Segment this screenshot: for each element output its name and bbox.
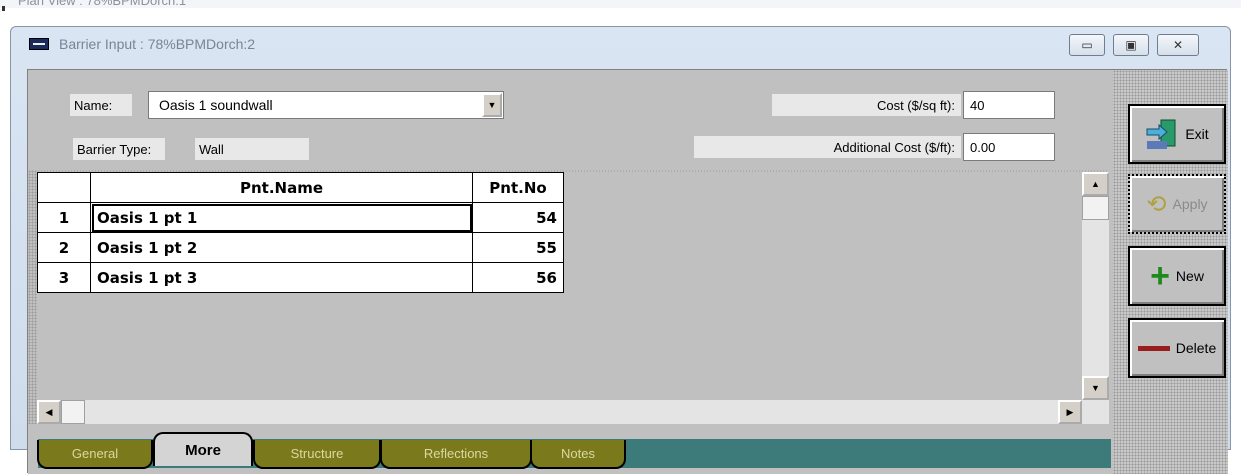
- scroll-up-icon[interactable]: ▲: [1082, 172, 1109, 196]
- vertical-scroll-thumb[interactable]: [1082, 196, 1109, 220]
- minus-icon: [1137, 345, 1170, 351]
- additional-cost-field[interactable]: 0.00: [963, 133, 1055, 161]
- table-row[interactable]: 3 Oasis 1 pt 3 56: [37, 262, 564, 293]
- left-border: [28, 170, 37, 424]
- delete-button[interactable]: Delete: [1128, 318, 1226, 378]
- additional-cost-label: Additional Cost ($/ft):: [694, 136, 961, 158]
- apply-button[interactable]: ⟲ Apply: [1128, 174, 1226, 234]
- background-marker: [2, 6, 5, 11]
- column-header-pnt-no[interactable]: Pnt.No: [472, 172, 564, 203]
- tab-bar: General Structure Reflections Notes More: [28, 424, 1113, 474]
- cost-field[interactable]: 40: [963, 91, 1055, 119]
- apply-arrow-icon: ⟲: [1146, 190, 1167, 218]
- new-button-label: New: [1175, 268, 1204, 284]
- background-window: Plan View : 78%BPMDorch:1: [0, 0, 1241, 8]
- apply-button-label: Apply: [1172, 196, 1208, 212]
- delete-button-label: Delete: [1175, 340, 1217, 356]
- cell-pnt-name[interactable]: Oasis 1 pt 3: [90, 262, 473, 293]
- cell-pnt-name[interactable]: Oasis 1 pt 2: [90, 232, 473, 263]
- background-window-title: Plan View : 78%BPMDorch:1: [18, 0, 187, 8]
- cell-pnt-no[interactable]: 54: [472, 202, 564, 233]
- scrollbar-corner: [1082, 400, 1109, 424]
- scroll-right-icon[interactable]: ▶: [1058, 400, 1082, 424]
- points-grid-area: Pnt.Name Pnt.No 1 Oasis 1 pt 1 54 2 Oasi…: [37, 172, 1082, 424]
- new-button[interactable]: + New: [1128, 246, 1226, 306]
- minimize-button[interactable]: ▭: [1069, 34, 1105, 56]
- points-grid: Pnt.Name Pnt.No 1 Oasis 1 pt 1 54 2 Oasi…: [37, 172, 564, 293]
- barrier-type-label: Barrier Type:: [73, 138, 165, 160]
- name-combobox[interactable]: Oasis 1 soundwall ▼: [148, 91, 504, 119]
- cell-pnt-name[interactable]: Oasis 1 pt 1: [90, 202, 473, 233]
- window-title: Barrier Input : 78%BPMDorch:2: [59, 36, 256, 52]
- table-row[interactable]: 1 Oasis 1 pt 1 54: [37, 202, 564, 233]
- tab-more[interactable]: More: [153, 432, 253, 466]
- scroll-left-icon[interactable]: ◀: [37, 400, 61, 424]
- barrier-input-window: Barrier Input : 78%BPMDorch:2 ▭ ▣ ✕ Name…: [10, 26, 1231, 474]
- vertical-scrollbar[interactable]: ▲ ▼: [1082, 172, 1109, 400]
- barrier-type-value: Wall: [195, 138, 309, 160]
- cell-pnt-no[interactable]: 56: [472, 262, 564, 293]
- name-combobox-value: Oasis 1 soundwall: [159, 97, 273, 113]
- table-row[interactable]: 2 Oasis 1 pt 2 55: [37, 232, 564, 263]
- barrier-properties-panel: Name: Oasis 1 soundwall ▼ Barrier Type: …: [37, 74, 1109, 170]
- row-header[interactable]: 1: [37, 202, 91, 233]
- client-area: Name: Oasis 1 soundwall ▼ Barrier Type: …: [27, 69, 1228, 474]
- row-header[interactable]: 3: [37, 262, 91, 293]
- exit-door-icon: [1145, 117, 1179, 151]
- maximize-button[interactable]: ▣: [1113, 34, 1149, 56]
- scroll-down-icon[interactable]: ▼: [1082, 376, 1109, 400]
- close-button[interactable]: ✕: [1157, 34, 1199, 56]
- name-label: Name:: [70, 94, 132, 116]
- column-header-pnt-name[interactable]: Pnt.Name: [90, 172, 473, 203]
- app-icon: [29, 38, 49, 50]
- row-header[interactable]: 2: [37, 232, 91, 263]
- horizontal-scrollbar[interactable]: ◀ ▶: [37, 400, 1082, 424]
- exit-button[interactable]: Exit: [1128, 104, 1226, 164]
- grid-corner-header[interactable]: [37, 172, 91, 203]
- plus-icon: +: [1150, 257, 1170, 295]
- exit-button-label: Exit: [1185, 126, 1209, 142]
- horizontal-scroll-thumb[interactable]: [61, 400, 85, 424]
- cell-pnt-no[interactable]: 55: [472, 232, 564, 263]
- chevron-down-icon[interactable]: ▼: [482, 93, 502, 117]
- cost-label: Cost ($/sq ft):: [772, 94, 961, 116]
